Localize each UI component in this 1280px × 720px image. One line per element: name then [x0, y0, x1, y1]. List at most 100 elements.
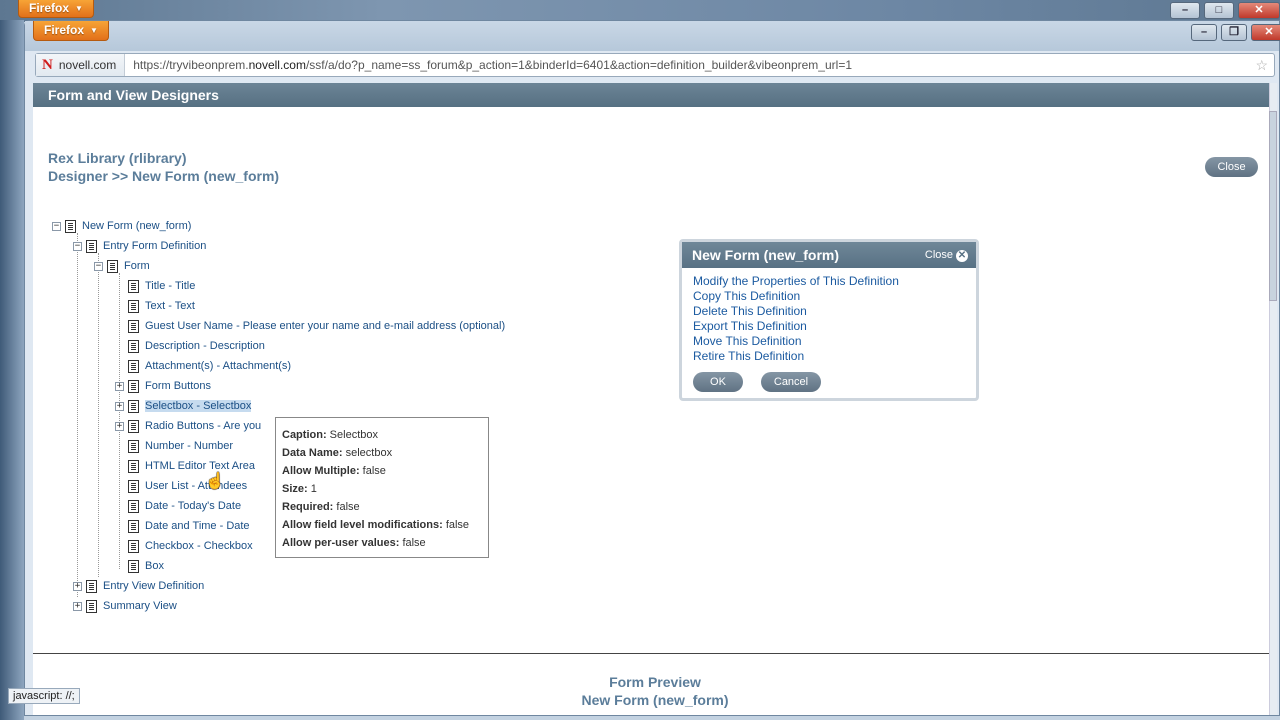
url-text[interactable]: https://tryvibeonprem.novell.com/ssf/a/d… [125, 58, 852, 72]
close-window-icon[interactable]: ✕ [1238, 2, 1280, 19]
tree-node-label[interactable]: Title - Title [145, 280, 195, 292]
document-icon [128, 279, 139, 293]
tooltip-row: Allow per-user values: false [282, 537, 426, 549]
tree-node-form[interactable]: − Form [94, 257, 150, 275]
url-path: /ssf/a/do?p_name=ss_forum&p_action=1&bin… [305, 58, 852, 72]
close-window-icon[interactable]: ✕ [1251, 24, 1280, 41]
copy-definition-link[interactable]: Copy This Definition [693, 289, 976, 304]
tooltip-row: Allow field level modifications: false [282, 519, 470, 531]
expand-icon[interactable]: + [73, 601, 82, 611]
tree-node-item-selected[interactable]: + Selectbox - Selectbox [115, 397, 252, 415]
tree-node-root[interactable]: − New Form (new_form) [52, 217, 191, 235]
scrollbar-thumb[interactable] [1269, 111, 1277, 301]
inner-firefox-menu-button[interactable]: Firefox ▼ [33, 21, 109, 41]
tree-node-label[interactable]: Form [124, 260, 150, 272]
tree-node-label[interactable]: HTML Editor Text Area [145, 460, 255, 472]
breadcrumb-library[interactable]: Rex Library (rlibrary) [48, 149, 279, 167]
inner-titlebar [25, 21, 1279, 51]
site-identity-button[interactable]: N novell.com [36, 54, 126, 76]
page-close-button[interactable]: Close [1205, 157, 1258, 177]
maximize-icon[interactable]: □ [1204, 2, 1234, 19]
document-icon [86, 239, 97, 253]
collapse-icon[interactable]: − [52, 221, 61, 231]
bookmark-star-icon[interactable]: ☆ [1255, 57, 1268, 74]
retire-definition-link[interactable]: Retire This Definition [693, 349, 976, 364]
inner-firefox-label: Firefox [44, 23, 85, 37]
expand-icon[interactable]: + [115, 421, 124, 431]
tree-node-label[interactable]: Checkbox - Checkbox [145, 540, 253, 552]
minimize-icon[interactable]: – [1170, 2, 1200, 19]
tree-node-label[interactable]: Number - Number [145, 440, 233, 452]
document-icon [128, 299, 139, 313]
tree-node-item[interactable]: + Radio Buttons - Are you [115, 417, 261, 435]
tree-node-item[interactable]: User List - Attendees [115, 477, 247, 495]
tree-node-item[interactable]: Description - Description [115, 337, 265, 355]
page-header: Form and View Designers [33, 83, 1269, 107]
tree-node-item[interactable]: HTML Editor Text Area [115, 457, 255, 475]
tree-node-label[interactable]: Radio Buttons - Are you [145, 420, 261, 432]
tree-node-label[interactable]: User List - Attendees [145, 480, 247, 492]
export-definition-link[interactable]: Export This Definition [693, 319, 976, 334]
caret-down-icon: ▼ [90, 26, 98, 35]
tree-node-label[interactable]: Guest User Name - Please enter your name… [145, 320, 505, 332]
expand-icon[interactable]: + [115, 381, 124, 391]
tree-node-item[interactable]: Title - Title [115, 277, 195, 295]
tree-node-label[interactable]: Date and Time - Date [145, 520, 250, 532]
tree-node-entry-view-definition[interactable]: + Entry View Definition [73, 577, 204, 595]
outer-firefox-label: Firefox [29, 1, 70, 15]
tree-node-label[interactable]: Date - Today's Date [145, 500, 241, 512]
tooltip-row: Data Name: selectbox [282, 447, 393, 459]
tree-node-label[interactable]: Summary View [103, 600, 177, 612]
dialog-action-links: Modify the Properties of This Definition… [682, 268, 976, 364]
document-icon [107, 259, 118, 273]
tree-node-item[interactable]: Date and Time - Date [115, 517, 250, 535]
outer-firefox-menu-button[interactable]: Firefox ▼ [18, 0, 94, 18]
expand-icon[interactable]: + [73, 581, 82, 591]
document-icon [86, 579, 97, 593]
tree-node-item[interactable]: Number - Number [115, 437, 233, 455]
hand-cursor-icon: ☝ [205, 473, 225, 490]
close-icon[interactable]: ✕ [956, 250, 968, 262]
tree-node-item[interactable]: Guest User Name - Please enter your name… [115, 317, 505, 335]
delete-definition-link[interactable]: Delete This Definition [693, 304, 976, 319]
tree-node-label[interactable]: Entry View Definition [103, 580, 204, 592]
minimize-icon[interactable]: – [1191, 24, 1217, 41]
vertical-scrollbar[interactable] [1269, 83, 1277, 715]
tooltip-row: Size: 1 [282, 483, 317, 495]
tree-node-summary-view[interactable]: + Summary View [73, 597, 177, 615]
ok-button[interactable]: OK [693, 372, 743, 392]
tree-node-entry-form-definition[interactable]: − Entry Form Definition [73, 237, 206, 255]
url-bar[interactable]: N novell.com https://tryvibeonprem.novel… [35, 53, 1275, 77]
tree-node-label[interactable]: Attachment(s) - Attachment(s) [145, 360, 291, 372]
outer-window-controls: – □ ✕ [1170, 2, 1280, 19]
document-icon [128, 519, 139, 533]
tree-node-item[interactable]: + Form Buttons [115, 377, 211, 395]
tree-node-item[interactable]: Date - Today's Date [115, 497, 241, 515]
dialog-close-button[interactable]: Close ✕ [925, 242, 968, 268]
breadcrumb-designer[interactable]: Designer >> New Form (new_form) [48, 167, 279, 185]
form-preview-title: Form Preview [609, 674, 701, 690]
tree-node-label[interactable]: Selectbox - Selectbox [145, 400, 252, 412]
tree-node-item[interactable]: Box [115, 557, 164, 575]
tree-node-item[interactable]: Attachment(s) - Attachment(s) [115, 357, 291, 375]
tree-node-label[interactable]: Entry Form Definition [103, 240, 206, 252]
tree-node-item[interactable]: Text - Text [115, 297, 195, 315]
tree-node-label[interactable]: New Form (new_form) [82, 220, 191, 232]
tree-node-label[interactable]: Form Buttons [145, 380, 211, 392]
modify-properties-link[interactable]: Modify the Properties of This Definition [693, 274, 976, 289]
document-icon [128, 359, 139, 373]
dialog-buttons: OK Cancel [693, 372, 821, 392]
collapse-icon[interactable]: − [94, 261, 103, 271]
tree-node-item[interactable]: Checkbox - Checkbox [115, 537, 253, 555]
restore-icon[interactable]: ❐ [1221, 24, 1247, 41]
cancel-button[interactable]: Cancel [761, 372, 821, 392]
inner-browser-window: Firefox ▼ – ❐ ✕ N novell.com https://tryv… [24, 20, 1280, 716]
dialog-title: New Form (new_form) [692, 247, 840, 263]
collapse-icon[interactable]: − [73, 241, 82, 251]
expand-icon[interactable]: + [115, 401, 124, 411]
document-icon [128, 499, 139, 513]
tree-node-label[interactable]: Description - Description [145, 340, 265, 352]
tree-node-label[interactable]: Text - Text [145, 300, 195, 312]
move-definition-link[interactable]: Move This Definition [693, 334, 976, 349]
tree-node-label[interactable]: Box [145, 560, 164, 572]
